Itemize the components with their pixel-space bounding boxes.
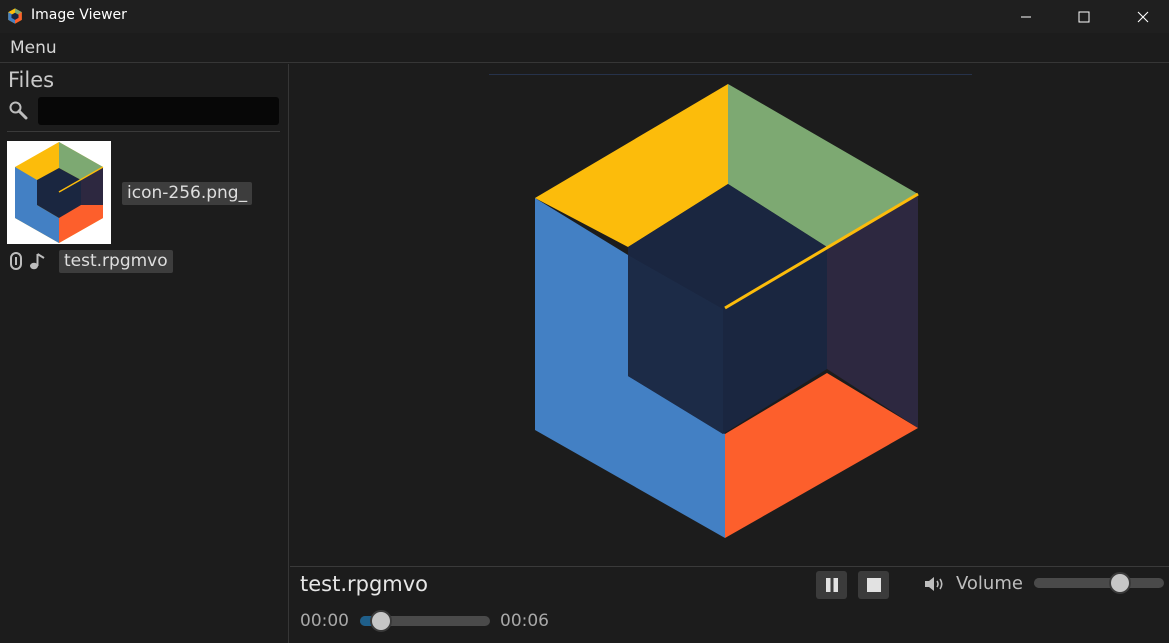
speaker-icon [925, 577, 943, 591]
cube-logo-thumbnail-icon [15, 142, 104, 243]
attachment-icon [10, 252, 22, 270]
stop-icon [866, 578, 881, 592]
search-icon [9, 101, 28, 120]
seek-bar-handle[interactable] [369, 610, 392, 632]
file-item-icon-256[interactable]: icon-256.png_ [122, 182, 253, 205]
music-note-icon [30, 253, 45, 270]
title-bar: Image Viewer [0, 0, 1169, 33]
pause-icon [825, 578, 838, 592]
media-control-bar: test.rpgmvo Volume 00:00 00:06 [290, 566, 1169, 643]
menu-bar: Menu [0, 33, 1169, 63]
file-item-test-rpgmvo[interactable]: test.rpgmvo [59, 250, 173, 273]
sidebar-divider [7, 131, 280, 132]
pause-button[interactable] [816, 571, 847, 599]
media-title: test.rpgmvo [300, 572, 429, 596]
menu-button[interactable]: Menu [10, 38, 57, 58]
minimize-icon [1021, 16, 1031, 17]
cube-logo-image [535, 84, 919, 538]
maximize-button[interactable] [1061, 0, 1107, 33]
volume-slider-fill [1034, 578, 1120, 588]
volume-slider-handle[interactable] [1108, 572, 1131, 594]
maximize-icon [1078, 11, 1090, 22]
image-viewer-window: Image Viewer Menu Files icon-256.png_ te… [0, 0, 1169, 643]
file-sidebar: Files icon-256.png_ test.rpgmvo [0, 64, 289, 643]
close-button[interactable] [1120, 0, 1166, 33]
app-logo-icon [8, 8, 22, 24]
stop-button[interactable] [858, 571, 889, 599]
image-viewport[interactable] [290, 64, 1169, 566]
minimize-button[interactable] [1003, 0, 1049, 33]
total-time: 00:06 [500, 611, 549, 631]
volume-label: Volume [956, 573, 1023, 594]
files-heading: Files [8, 68, 55, 92]
current-time: 00:00 [300, 611, 349, 631]
file-thumbnail[interactable] [7, 141, 111, 244]
volume-slider-track[interactable] [1034, 578, 1164, 588]
search-input[interactable] [38, 97, 279, 125]
window-title: Image Viewer [31, 7, 127, 23]
close-icon [1137, 11, 1149, 22]
